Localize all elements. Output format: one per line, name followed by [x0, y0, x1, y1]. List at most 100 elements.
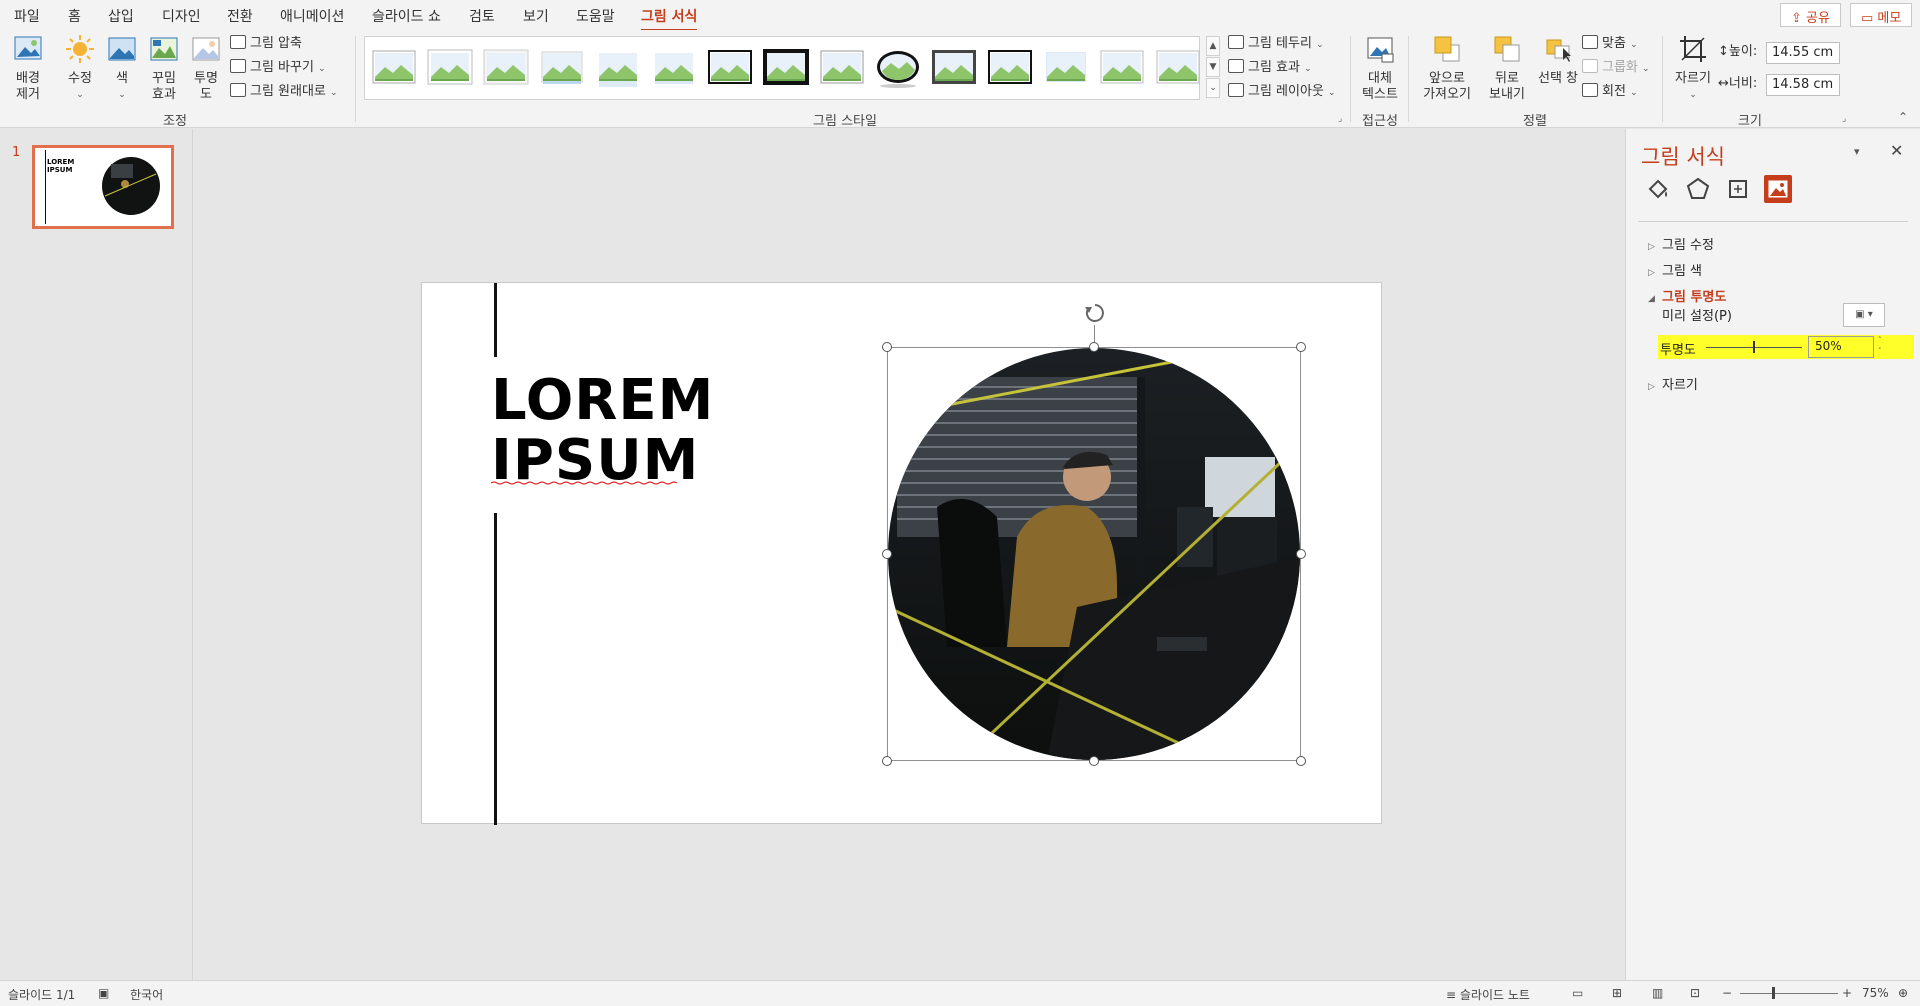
- crop-button[interactable]: 자르기 ⌄: [1672, 34, 1714, 103]
- normal-view-icon[interactable]: ▭: [1572, 986, 1583, 1000]
- fill-line-icon[interactable]: [1644, 175, 1672, 203]
- preset-dropdown[interactable]: ▣ ▾: [1843, 303, 1885, 327]
- width-input[interactable]: 14.58 cm: [1766, 74, 1840, 96]
- slide-canvas[interactable]: LOREM IPSUM: [421, 282, 1382, 825]
- section-picture-corrections[interactable]: ▷ 그림 수정: [1648, 234, 1714, 253]
- tab-animations[interactable]: 애니메이션: [280, 6, 344, 26]
- notes-button[interactable]: ≡ 슬라이드 노트: [1446, 986, 1530, 1003]
- corrections-button[interactable]: 수정 ⌄: [60, 34, 100, 103]
- tab-review[interactable]: 검토: [469, 6, 495, 26]
- transparency-value-input[interactable]: 50%: [1808, 336, 1874, 358]
- tab-insert[interactable]: 삽입: [108, 6, 134, 26]
- top-vertical-line[interactable]: [494, 283, 497, 357]
- tab-picture-format[interactable]: 그림 서식: [641, 6, 698, 32]
- style-5[interactable]: [599, 53, 637, 87]
- tab-slideshow[interactable]: 슬라이드 쇼: [372, 6, 441, 26]
- fit-to-window-icon[interactable]: ⊕: [1898, 986, 1908, 1000]
- zoom-in-icon[interactable]: +: [1842, 986, 1852, 1000]
- height-input[interactable]: 14.55 cm: [1766, 42, 1840, 64]
- memo-button[interactable]: ▭ 메모: [1850, 3, 1913, 27]
- tab-home[interactable]: 홈: [68, 6, 81, 26]
- dialog-launcher-icon[interactable]: ⌟: [1338, 114, 1342, 124]
- slideshow-icon[interactable]: ⊡: [1690, 986, 1700, 1000]
- reset-picture-button[interactable]: 그림 원래대로 ⌄: [230, 82, 338, 102]
- tab-file[interactable]: 파일: [14, 6, 40, 26]
- zoom-level[interactable]: 75%: [1862, 986, 1889, 1000]
- picture-effects-button[interactable]: 그림 효과 ⌄: [1228, 58, 1312, 78]
- style-14[interactable]: [1100, 50, 1144, 84]
- resize-handle-top[interactable]: [1089, 342, 1099, 352]
- transparency-slider-thumb[interactable]: [1753, 341, 1755, 353]
- style-15[interactable]: [1156, 50, 1200, 84]
- resize-handle-right[interactable]: [1296, 549, 1306, 559]
- change-picture-button[interactable]: 그림 바꾸기 ⌄: [230, 58, 326, 78]
- section-crop[interactable]: ▷ 자르기: [1648, 374, 1698, 393]
- share-button[interactable]: ⇪ 공유: [1780, 3, 1841, 27]
- style-7[interactable]: [708, 50, 752, 84]
- size-properties-icon[interactable]: [1724, 175, 1752, 203]
- spinner-arrows-icon[interactable]: ˄ ˅: [1878, 335, 1882, 357]
- zoom-slider[interactable]: [1740, 993, 1838, 994]
- section-picture-transparency[interactable]: ◢ 그림 투명도: [1648, 286, 1726, 305]
- effects-pentagon-icon[interactable]: [1684, 175, 1712, 203]
- color-button[interactable]: 색 ⌄: [102, 34, 142, 103]
- style-3[interactable]: [483, 49, 529, 85]
- rotate-handle-icon[interactable]: [1083, 301, 1107, 325]
- group-button[interactable]: 그룹화 ⌄: [1582, 58, 1650, 78]
- reading-view-icon[interactable]: ▥: [1652, 986, 1663, 1000]
- compress-pictures-button[interactable]: 그림 압축: [230, 34, 302, 54]
- picture-styles-gallery: [364, 36, 1200, 100]
- section-picture-color[interactable]: ▷ 그림 색: [1648, 260, 1702, 279]
- style-1[interactable]: [372, 50, 416, 84]
- alt-text-button[interactable]: 대체 텍스트: [1358, 34, 1402, 103]
- style-4[interactable]: [541, 51, 583, 84]
- bottom-vertical-line[interactable]: [494, 513, 497, 825]
- style-13[interactable]: [1046, 52, 1086, 82]
- pane-options-chevron-icon[interactable]: ▾: [1854, 145, 1860, 158]
- gallery-scroll-down-icon[interactable]: ▼: [1206, 57, 1220, 77]
- resize-handle-left[interactable]: [882, 549, 892, 559]
- picture-style-thumbnails: [372, 49, 1200, 88]
- style-9[interactable]: [820, 50, 864, 84]
- zoom-slider-thumb[interactable]: [1772, 987, 1775, 999]
- style-2[interactable]: [427, 49, 473, 85]
- tab-design[interactable]: 디자인: [162, 6, 201, 26]
- picture-layout-button[interactable]: 그림 레이아웃 ⌄: [1228, 82, 1336, 102]
- style-10[interactable]: [877, 51, 919, 88]
- style-11[interactable]: [932, 50, 976, 84]
- rotate-button[interactable]: 회전 ⌄: [1582, 82, 1638, 102]
- size-dialog-launcher-icon[interactable]: ⌟: [1842, 114, 1846, 124]
- slide-title[interactable]: LOREM IPSUM: [491, 371, 791, 491]
- language-indicator[interactable]: 한국어: [130, 986, 163, 1003]
- color-label: 색: [116, 71, 128, 86]
- bring-forward-button[interactable]: 앞으로 가져오기: [1416, 34, 1478, 103]
- picture-border-button[interactable]: 그림 테두리 ⌄: [1228, 34, 1324, 54]
- slide-sorter-icon[interactable]: ⊞: [1612, 986, 1622, 1000]
- selection-pane-button[interactable]: 선택 창: [1536, 34, 1580, 87]
- resize-handle-top-left[interactable]: [882, 342, 892, 352]
- tab-view[interactable]: 보기: [523, 6, 549, 26]
- send-backward-button[interactable]: 뒤로 보내기: [1482, 34, 1532, 103]
- gallery-more-icon[interactable]: ⌄: [1206, 78, 1220, 98]
- gallery-scroll-up-icon[interactable]: ▲: [1206, 36, 1220, 56]
- transparency-button[interactable]: 투명 도: [186, 34, 226, 103]
- collapse-ribbon-icon[interactable]: ⌃: [1898, 110, 1908, 124]
- resize-handle-bottom-left[interactable]: [882, 756, 892, 766]
- close-icon[interactable]: ✕: [1890, 141, 1903, 160]
- style-6[interactable]: [655, 53, 693, 84]
- resize-handle-bottom[interactable]: [1089, 756, 1099, 766]
- style-12[interactable]: [988, 50, 1032, 84]
- align-button[interactable]: 맞춤 ⌄: [1582, 34, 1638, 54]
- remove-background-button[interactable]: 배경 제거: [8, 34, 48, 103]
- resize-handle-bottom-right[interactable]: [1296, 756, 1306, 766]
- tab-transitions[interactable]: 전환: [227, 6, 253, 26]
- style-8[interactable]: [763, 49, 809, 85]
- picture-icon[interactable]: [1764, 175, 1792, 203]
- resize-handle-top-right[interactable]: [1296, 342, 1306, 352]
- tab-help[interactable]: 도움말: [576, 6, 615, 26]
- slide-thumbnail-1[interactable]: LOREM IPSUM: [32, 145, 174, 229]
- artistic-effects-button[interactable]: 꾸밈 효과: [144, 34, 184, 103]
- accessibility-check-icon[interactable]: ▣: [98, 986, 109, 1000]
- crop-label: 자르기: [1675, 71, 1711, 86]
- zoom-out-icon[interactable]: −: [1722, 986, 1732, 1000]
